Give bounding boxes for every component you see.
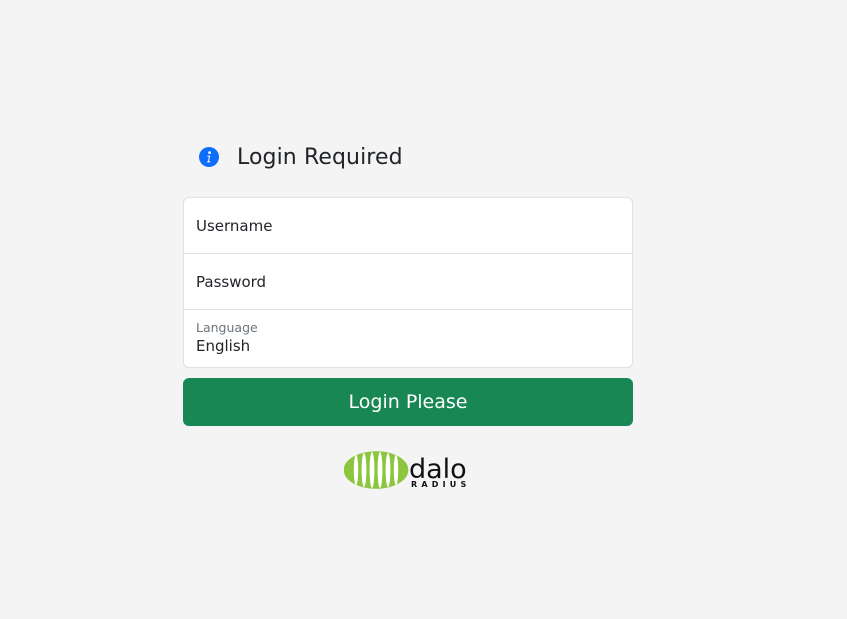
daloradius-logo: dalo RADIUS: [344, 450, 474, 490]
language-label: Language: [196, 320, 258, 335]
password-input[interactable]: [184, 254, 632, 309]
info-icon: [199, 147, 219, 167]
language-value: English: [196, 337, 251, 355]
username-field-wrap: [184, 198, 632, 254]
login-form: Language English: [183, 197, 633, 368]
username-input[interactable]: [184, 198, 632, 253]
login-panel: Login Required Language English Login Pl…: [183, 139, 633, 426]
logo-subword: RADIUS: [411, 480, 470, 489]
page-title: Login Required: [237, 144, 403, 170]
login-button[interactable]: Login Please: [183, 378, 633, 426]
globe-logo-icon: dalo RADIUS: [344, 451, 470, 489]
language-select[interactable]: Language English: [184, 310, 632, 367]
password-field-wrap: [184, 254, 632, 310]
login-heading: Login Required: [183, 139, 633, 175]
